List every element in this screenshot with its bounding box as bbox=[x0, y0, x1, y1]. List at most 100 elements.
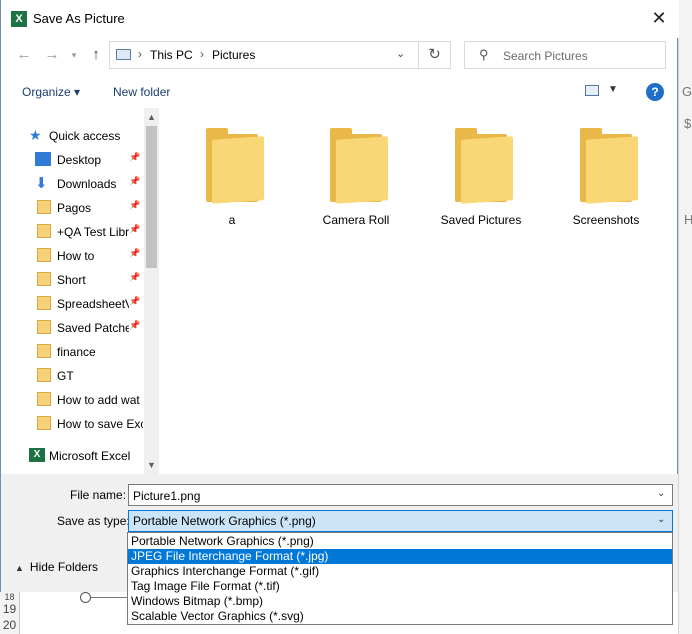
save-as-type-select[interactable]: Portable Network Graphics (*.png) ⌄ bbox=[128, 510, 673, 532]
change-view-icon[interactable] bbox=[585, 85, 599, 96]
nav-label: Microsoft Excel bbox=[49, 449, 131, 463]
sidebar-item-label: Saved Patche bbox=[57, 321, 129, 335]
search-box[interactable]: ⚲ bbox=[464, 41, 666, 69]
folder-item[interactable]: Screenshots bbox=[551, 120, 661, 230]
folder-icon bbox=[37, 392, 51, 406]
file-type-option[interactable]: Graphics Interchange Format (*.gif) bbox=[128, 564, 672, 579]
breadcrumb-pictures[interactable]: Pictures bbox=[212, 48, 255, 62]
excel-cell-fragment: $ bbox=[684, 116, 692, 131]
sidebar-item-label: +QA Test Libr bbox=[57, 225, 129, 239]
folder-icon bbox=[330, 126, 390, 204]
sidebar-item[interactable]: finance bbox=[1, 340, 144, 364]
help-icon[interactable]: ? bbox=[646, 83, 664, 101]
file-type-option[interactable]: JPEG File Interchange Format (*.jpg) bbox=[128, 549, 672, 564]
file-type-option[interactable]: Windows Bitmap (*.bmp) bbox=[128, 594, 672, 609]
sidebar-item-label: Downloads bbox=[57, 177, 117, 191]
scrollbar-thumb[interactable] bbox=[146, 126, 157, 268]
nav-scrollbar[interactable]: ▲ ▼ bbox=[144, 108, 159, 474]
folder-item[interactable]: a bbox=[177, 120, 287, 230]
folder-icon bbox=[37, 320, 51, 334]
hide-folders-label: Hide Folders bbox=[29, 560, 98, 574]
save-as-type-label: Save as type: bbox=[57, 514, 130, 528]
scroll-down-arrow-icon[interactable]: ▼ bbox=[144, 458, 159, 472]
excel-app-icon: X bbox=[11, 11, 27, 27]
save-as-dialog: X Save As Picture ✕ ← → ▾ ↑ › This PC › … bbox=[0, 0, 679, 592]
file-name-field[interactable]: ⌄ bbox=[128, 484, 673, 506]
folder-icon bbox=[37, 200, 51, 214]
up-arrow-icon[interactable]: ↑ bbox=[85, 44, 107, 66]
sidebar-item[interactable]: Pagos 📌 bbox=[1, 196, 144, 220]
nav-label: Quick access bbox=[49, 129, 121, 143]
sidebar-item[interactable]: ⬇ Downloads 📌 bbox=[1, 172, 144, 196]
sidebar-item[interactable]: How to save Exc bbox=[1, 412, 144, 436]
folder-icon bbox=[37, 368, 51, 382]
excel-column-fragment: G bbox=[682, 84, 692, 99]
title-bar: X Save As Picture ✕ bbox=[1, 0, 679, 38]
sidebar-item[interactable]: Saved Patche 📌 bbox=[1, 316, 144, 340]
sidebar-item[interactable]: GT bbox=[1, 364, 144, 388]
hide-folders-button[interactable]: ▲ Hide Folders bbox=[15, 560, 98, 574]
sidebar-item-label: How to bbox=[57, 249, 95, 263]
folder-icon bbox=[206, 126, 266, 204]
view-options-chevron-icon[interactable]: ▼ bbox=[608, 84, 618, 95]
refresh-button[interactable]: ↻ bbox=[419, 41, 451, 69]
folder-icon bbox=[37, 272, 51, 286]
recent-locations-chevron-icon[interactable]: ▾ bbox=[63, 44, 85, 66]
address-bar[interactable]: › This PC › Pictures ⌄ bbox=[109, 41, 419, 69]
nav-microsoft-excel[interactable]: X Microsoft Excel bbox=[1, 444, 144, 468]
pin-icon: 📌 bbox=[129, 320, 141, 330]
caret-up-icon: ▲ bbox=[15, 563, 24, 573]
excel-slider-knob[interactable] bbox=[80, 592, 91, 603]
pin-icon: 📌 bbox=[129, 248, 141, 258]
folder-icon bbox=[455, 126, 515, 204]
sidebar-item[interactable]: How to add wat bbox=[1, 388, 144, 412]
close-button[interactable]: ✕ bbox=[645, 6, 673, 32]
sidebar-item-label: Short bbox=[57, 273, 86, 287]
folder-icon bbox=[37, 344, 51, 358]
breadcrumb-this-pc[interactable]: This PC bbox=[150, 48, 193, 62]
excel-row-header: 18 bbox=[0, 592, 20, 602]
sidebar-item-label: How to add wat bbox=[57, 393, 140, 407]
file-name-dropdown-chevron-icon[interactable]: ⌄ bbox=[657, 488, 665, 499]
pin-icon: 📌 bbox=[129, 176, 141, 186]
folder-icon bbox=[37, 416, 51, 430]
file-name-input[interactable] bbox=[133, 488, 643, 503]
save-as-type-value: Portable Network Graphics (*.png) bbox=[133, 514, 316, 528]
folder-icon bbox=[37, 224, 51, 238]
file-type-option[interactable]: Portable Network Graphics (*.png) bbox=[128, 534, 672, 549]
file-type-option[interactable]: Scalable Vector Graphics (*.svg) bbox=[128, 609, 672, 624]
this-pc-icon bbox=[116, 49, 131, 60]
search-icon: ⚲ bbox=[479, 47, 489, 62]
sidebar-item[interactable]: Desktop 📌 bbox=[1, 148, 144, 172]
new-folder-button[interactable]: New folder bbox=[113, 85, 170, 99]
sidebar-item[interactable]: SpreadsheetV 📌 bbox=[1, 292, 144, 316]
sidebar-item[interactable]: Short 📌 bbox=[1, 268, 144, 292]
folder-item[interactable]: Saved Pictures bbox=[426, 120, 536, 230]
back-arrow-icon[interactable]: ← bbox=[13, 44, 35, 66]
navigation-pane: ★ Quick access Desktop 📌 ⬇ Downloads 📌 Pagos 📌… bbox=[1, 108, 159, 474]
dialog-title: Save As Picture bbox=[33, 11, 125, 26]
sidebar-item-label: Desktop bbox=[57, 153, 102, 167]
pin-icon: 📌 bbox=[129, 200, 141, 210]
file-type-option[interactable]: Tag Image File Format (*.tif) bbox=[128, 579, 672, 594]
search-input[interactable] bbox=[503, 47, 653, 65]
forward-arrow-icon[interactable]: → bbox=[41, 44, 63, 66]
download-arrow-icon: ⬇ bbox=[35, 175, 48, 192]
sidebar-item[interactable]: How to 📌 bbox=[1, 244, 144, 268]
folder-item[interactable]: Camera Roll bbox=[301, 120, 411, 230]
organize-menu[interactable]: Organize ▾ bbox=[22, 85, 80, 99]
file-name-label: File name: bbox=[70, 488, 127, 502]
nav-quick-access[interactable]: ★ Quick access bbox=[1, 124, 144, 148]
scroll-up-arrow-icon[interactable]: ▲ bbox=[144, 110, 159, 124]
folder-label: a bbox=[228, 213, 236, 227]
save-as-type-chevron-icon[interactable]: ⌄ bbox=[657, 514, 665, 525]
sidebar-item[interactable]: +QA Test Libr 📌 bbox=[1, 220, 144, 244]
command-toolbar: Organize ▾ New folder ▼ ? bbox=[1, 80, 678, 104]
pin-icon: 📌 bbox=[129, 152, 141, 162]
sidebar-item-label: SpreadsheetV bbox=[57, 297, 129, 311]
breadcrumb-separator-icon: › bbox=[200, 47, 204, 61]
address-dropdown-chevron-icon[interactable]: ⌄ bbox=[396, 47, 405, 60]
excel-row-header: 20 bbox=[0, 618, 20, 634]
folder-icon bbox=[37, 248, 51, 262]
sidebar-item-label: finance bbox=[57, 345, 96, 359]
